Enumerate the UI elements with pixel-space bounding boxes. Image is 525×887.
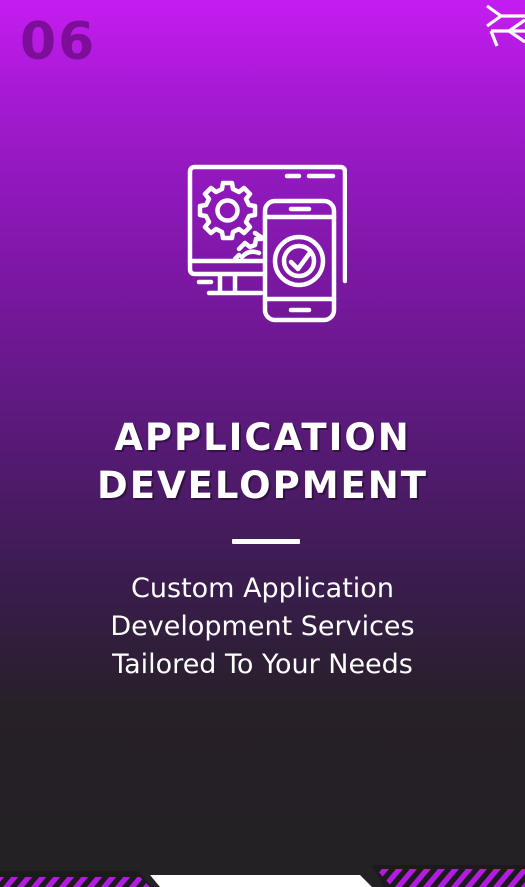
card-number: 06 [20, 12, 97, 72]
bottom-stripe-decoration [0, 865, 525, 887]
service-title-line-1: APPLICATION [114, 416, 411, 459]
service-description-line-1: Custom Application [131, 573, 394, 604]
service-description: Custom Application Development Services … [0, 570, 525, 684]
service-description-line-2: Development Services [110, 611, 415, 642]
arrow-chevron-icon [486, 4, 525, 47]
service-card: 06 APPLICATION DEVELOPMENT Custom Applic… [0, 0, 525, 887]
title-divider [232, 539, 300, 544]
service-title-line-2: DEVELOPMENT [96, 464, 429, 507]
service-title: APPLICATION DEVELOPMENT [0, 414, 525, 510]
app-development-icon [187, 164, 347, 323]
service-description-line-3: Tailored To Your Needs [112, 649, 413, 680]
